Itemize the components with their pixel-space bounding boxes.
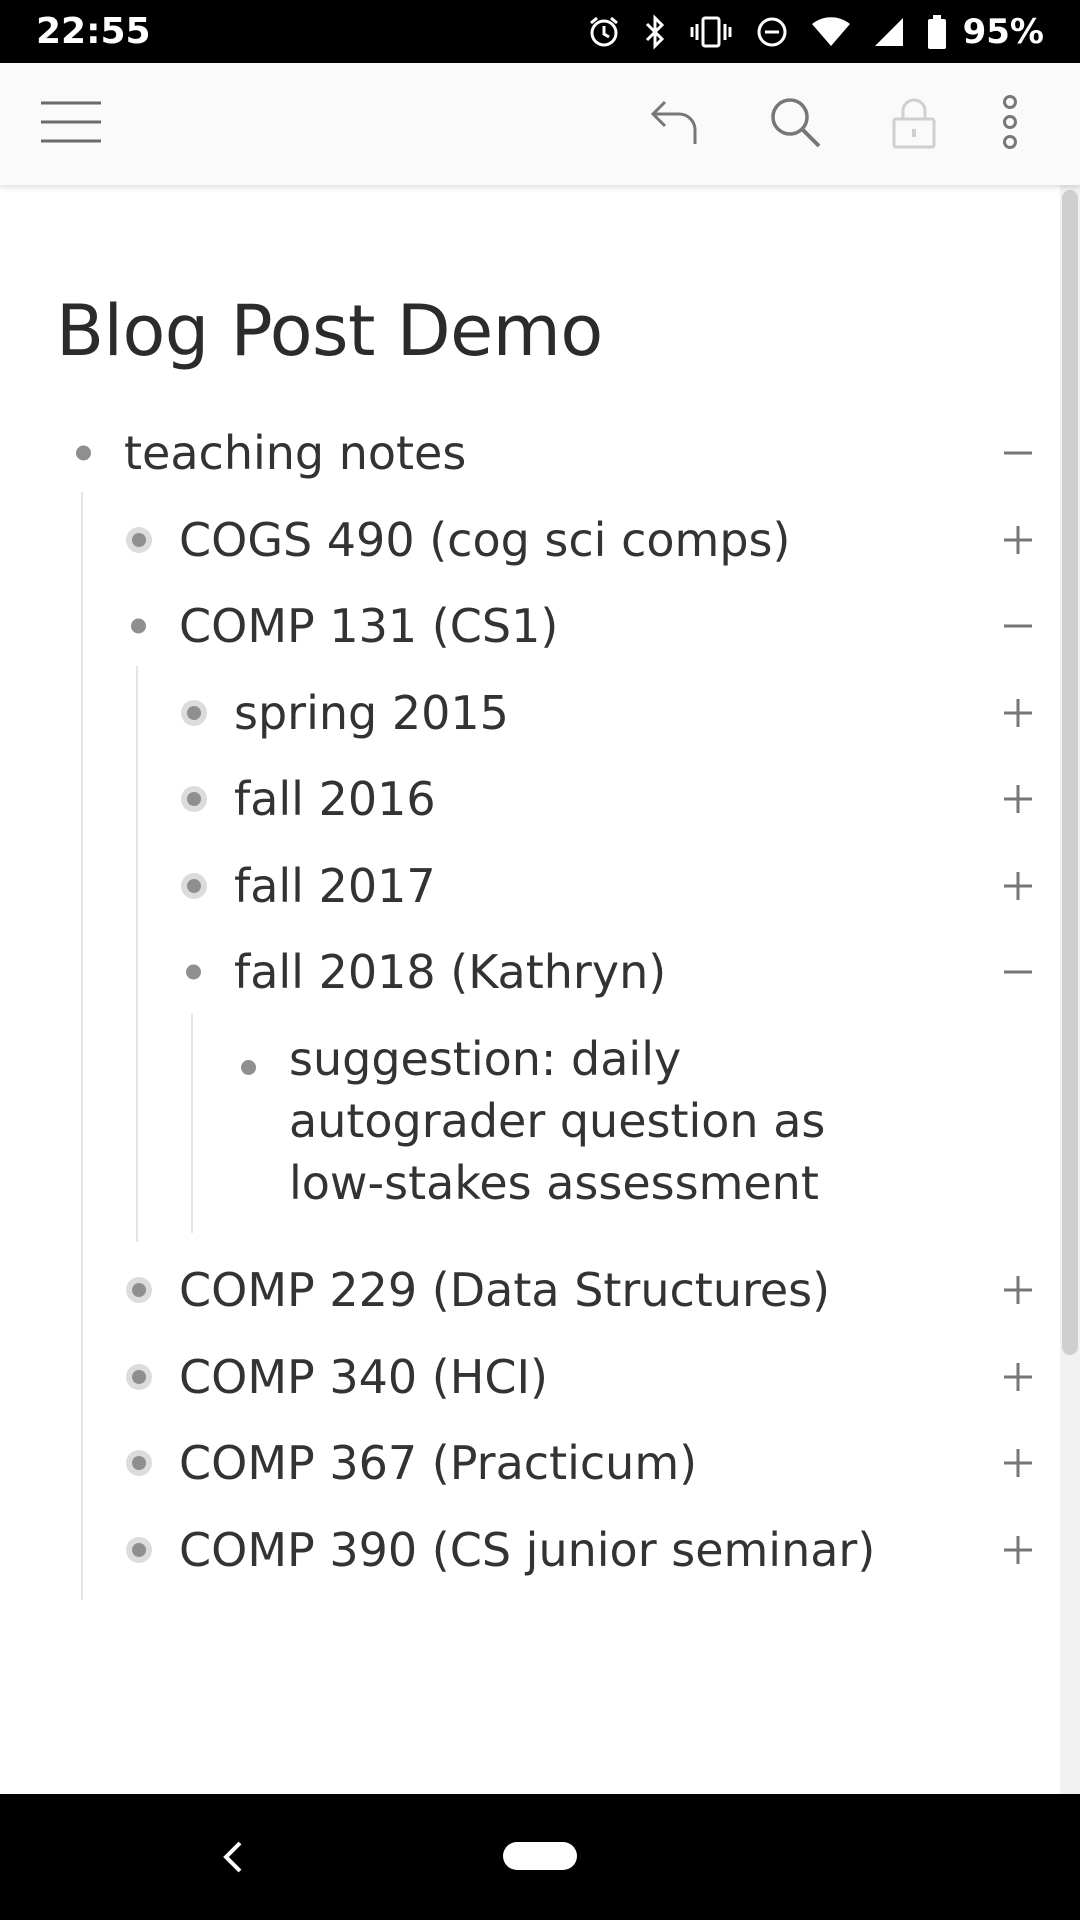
- item-label[interactable]: COMP 390 (CS junior seminar): [179, 1519, 875, 1581]
- outline-item[interactable]: teaching notes: [0, 418, 1060, 488]
- status-time: 22:55: [36, 11, 151, 52]
- bullet-icon[interactable]: [76, 445, 91, 461]
- plus-icon: [1004, 785, 1032, 813]
- lock-icon: [891, 95, 937, 153]
- signal-icon: [873, 16, 905, 48]
- plus-icon: [1004, 526, 1032, 554]
- item-label[interactable]: spring 2015: [234, 682, 509, 744]
- undo-button[interactable]: [640, 63, 710, 185]
- expand-button[interactable]: [996, 864, 1040, 908]
- expand-button[interactable]: [996, 518, 1040, 562]
- collapse-button[interactable]: [996, 431, 1040, 475]
- back-icon[interactable]: [218, 1834, 248, 1880]
- battery-percent: 95%: [962, 11, 1044, 52]
- dnd-icon: [755, 15, 789, 49]
- minus-icon: [1004, 451, 1032, 455]
- outline-item[interactable]: COMP 390 (CS junior seminar): [0, 1515, 1060, 1585]
- outline-item[interactable]: COGS 490 (cog sci comps): [0, 505, 1060, 575]
- collapsed-bullet-icon[interactable]: [126, 1277, 152, 1303]
- menu-button[interactable]: [36, 63, 106, 185]
- bullet-icon[interactable]: [241, 1060, 256, 1075]
- item-label[interactable]: COMP 340 (HCI): [179, 1346, 548, 1408]
- item-label[interactable]: COMP 229 (Data Structures): [179, 1259, 830, 1321]
- navigation-bar: [0, 1794, 1080, 1920]
- lock-button[interactable]: [879, 63, 949, 185]
- item-label[interactable]: fall 2017: [234, 855, 436, 917]
- item-label[interactable]: COGS 490 (cog sci comps): [179, 509, 790, 571]
- item-label[interactable]: COMP 367 (Practicum): [179, 1432, 697, 1494]
- plus-icon: [1004, 1276, 1032, 1304]
- battery-icon: [927, 14, 947, 49]
- search-icon: [768, 95, 822, 153]
- expand-button[interactable]: [996, 1268, 1040, 1312]
- more-button[interactable]: [985, 63, 1035, 185]
- collapsed-bullet-icon[interactable]: [181, 700, 207, 726]
- collapsed-bullet-icon[interactable]: [181, 786, 207, 812]
- outline-item[interactable]: COMP 229 (Data Structures): [0, 1255, 1060, 1325]
- outline-item[interactable]: fall 2017: [0, 851, 1060, 921]
- expand-button[interactable]: [996, 1355, 1040, 1399]
- expand-button[interactable]: [996, 1528, 1040, 1572]
- collapsed-bullet-icon[interactable]: [126, 1450, 152, 1476]
- plus-icon: [1004, 872, 1032, 900]
- collapsed-bullet-icon[interactable]: [126, 1364, 152, 1390]
- bullet-icon[interactable]: [131, 618, 146, 634]
- plus-icon: [1004, 1363, 1032, 1391]
- item-label[interactable]: fall 2016: [234, 768, 436, 830]
- vibrate-icon: [689, 15, 733, 49]
- outline-item[interactable]: COMP 131 (CS1): [0, 591, 1060, 661]
- document-title[interactable]: Blog Post Demo: [56, 290, 603, 372]
- item-label[interactable]: suggestion: daily autograder question as…: [289, 1028, 929, 1214]
- collapsed-bullet-icon[interactable]: [126, 1537, 152, 1563]
- scrollbar-thumb[interactable]: [1062, 190, 1078, 1355]
- status-icons: 95%: [587, 12, 1044, 52]
- item-label[interactable]: COMP 131 (CS1): [179, 595, 558, 657]
- hamburger-icon: [39, 100, 103, 148]
- expand-button[interactable]: [996, 691, 1040, 735]
- collapse-button[interactable]: [996, 950, 1040, 994]
- expand-button[interactable]: [996, 777, 1040, 821]
- undo-icon: [649, 96, 701, 152]
- collapsed-bullet-icon[interactable]: [126, 527, 152, 553]
- wifi-icon: [811, 16, 851, 48]
- minus-icon: [1004, 970, 1032, 974]
- minus-icon: [1004, 624, 1032, 628]
- item-label[interactable]: teaching notes: [124, 422, 466, 484]
- plus-icon: [1004, 699, 1032, 727]
- outline-item[interactable]: fall 2016: [0, 764, 1060, 834]
- home-pill[interactable]: [503, 1842, 577, 1870]
- search-button[interactable]: [760, 63, 830, 185]
- collapsed-bullet-icon[interactable]: [181, 873, 207, 899]
- plus-icon: [1004, 1536, 1032, 1564]
- toolbar: [0, 63, 1080, 185]
- alarm-icon: [587, 15, 621, 49]
- outline-item[interactable]: COMP 367 (Practicum): [0, 1428, 1060, 1498]
- more-vert-icon: [1000, 95, 1020, 153]
- outline-item[interactable]: fall 2018 (Kathryn): [0, 937, 1060, 1007]
- collapse-button[interactable]: [996, 604, 1040, 648]
- bluetooth-icon: [643, 13, 667, 50]
- outline-item[interactable]: suggestion: daily autograder question as…: [0, 1024, 1060, 1214]
- plus-icon: [1004, 1449, 1032, 1477]
- status-bar: 22:55 95%: [0, 0, 1080, 63]
- outline-item[interactable]: spring 2015: [0, 678, 1060, 748]
- outline-item[interactable]: COMP 340 (HCI): [0, 1342, 1060, 1412]
- item-label[interactable]: fall 2018 (Kathryn): [234, 941, 666, 1003]
- expand-button[interactable]: [996, 1441, 1040, 1485]
- bullet-icon[interactable]: [186, 964, 201, 980]
